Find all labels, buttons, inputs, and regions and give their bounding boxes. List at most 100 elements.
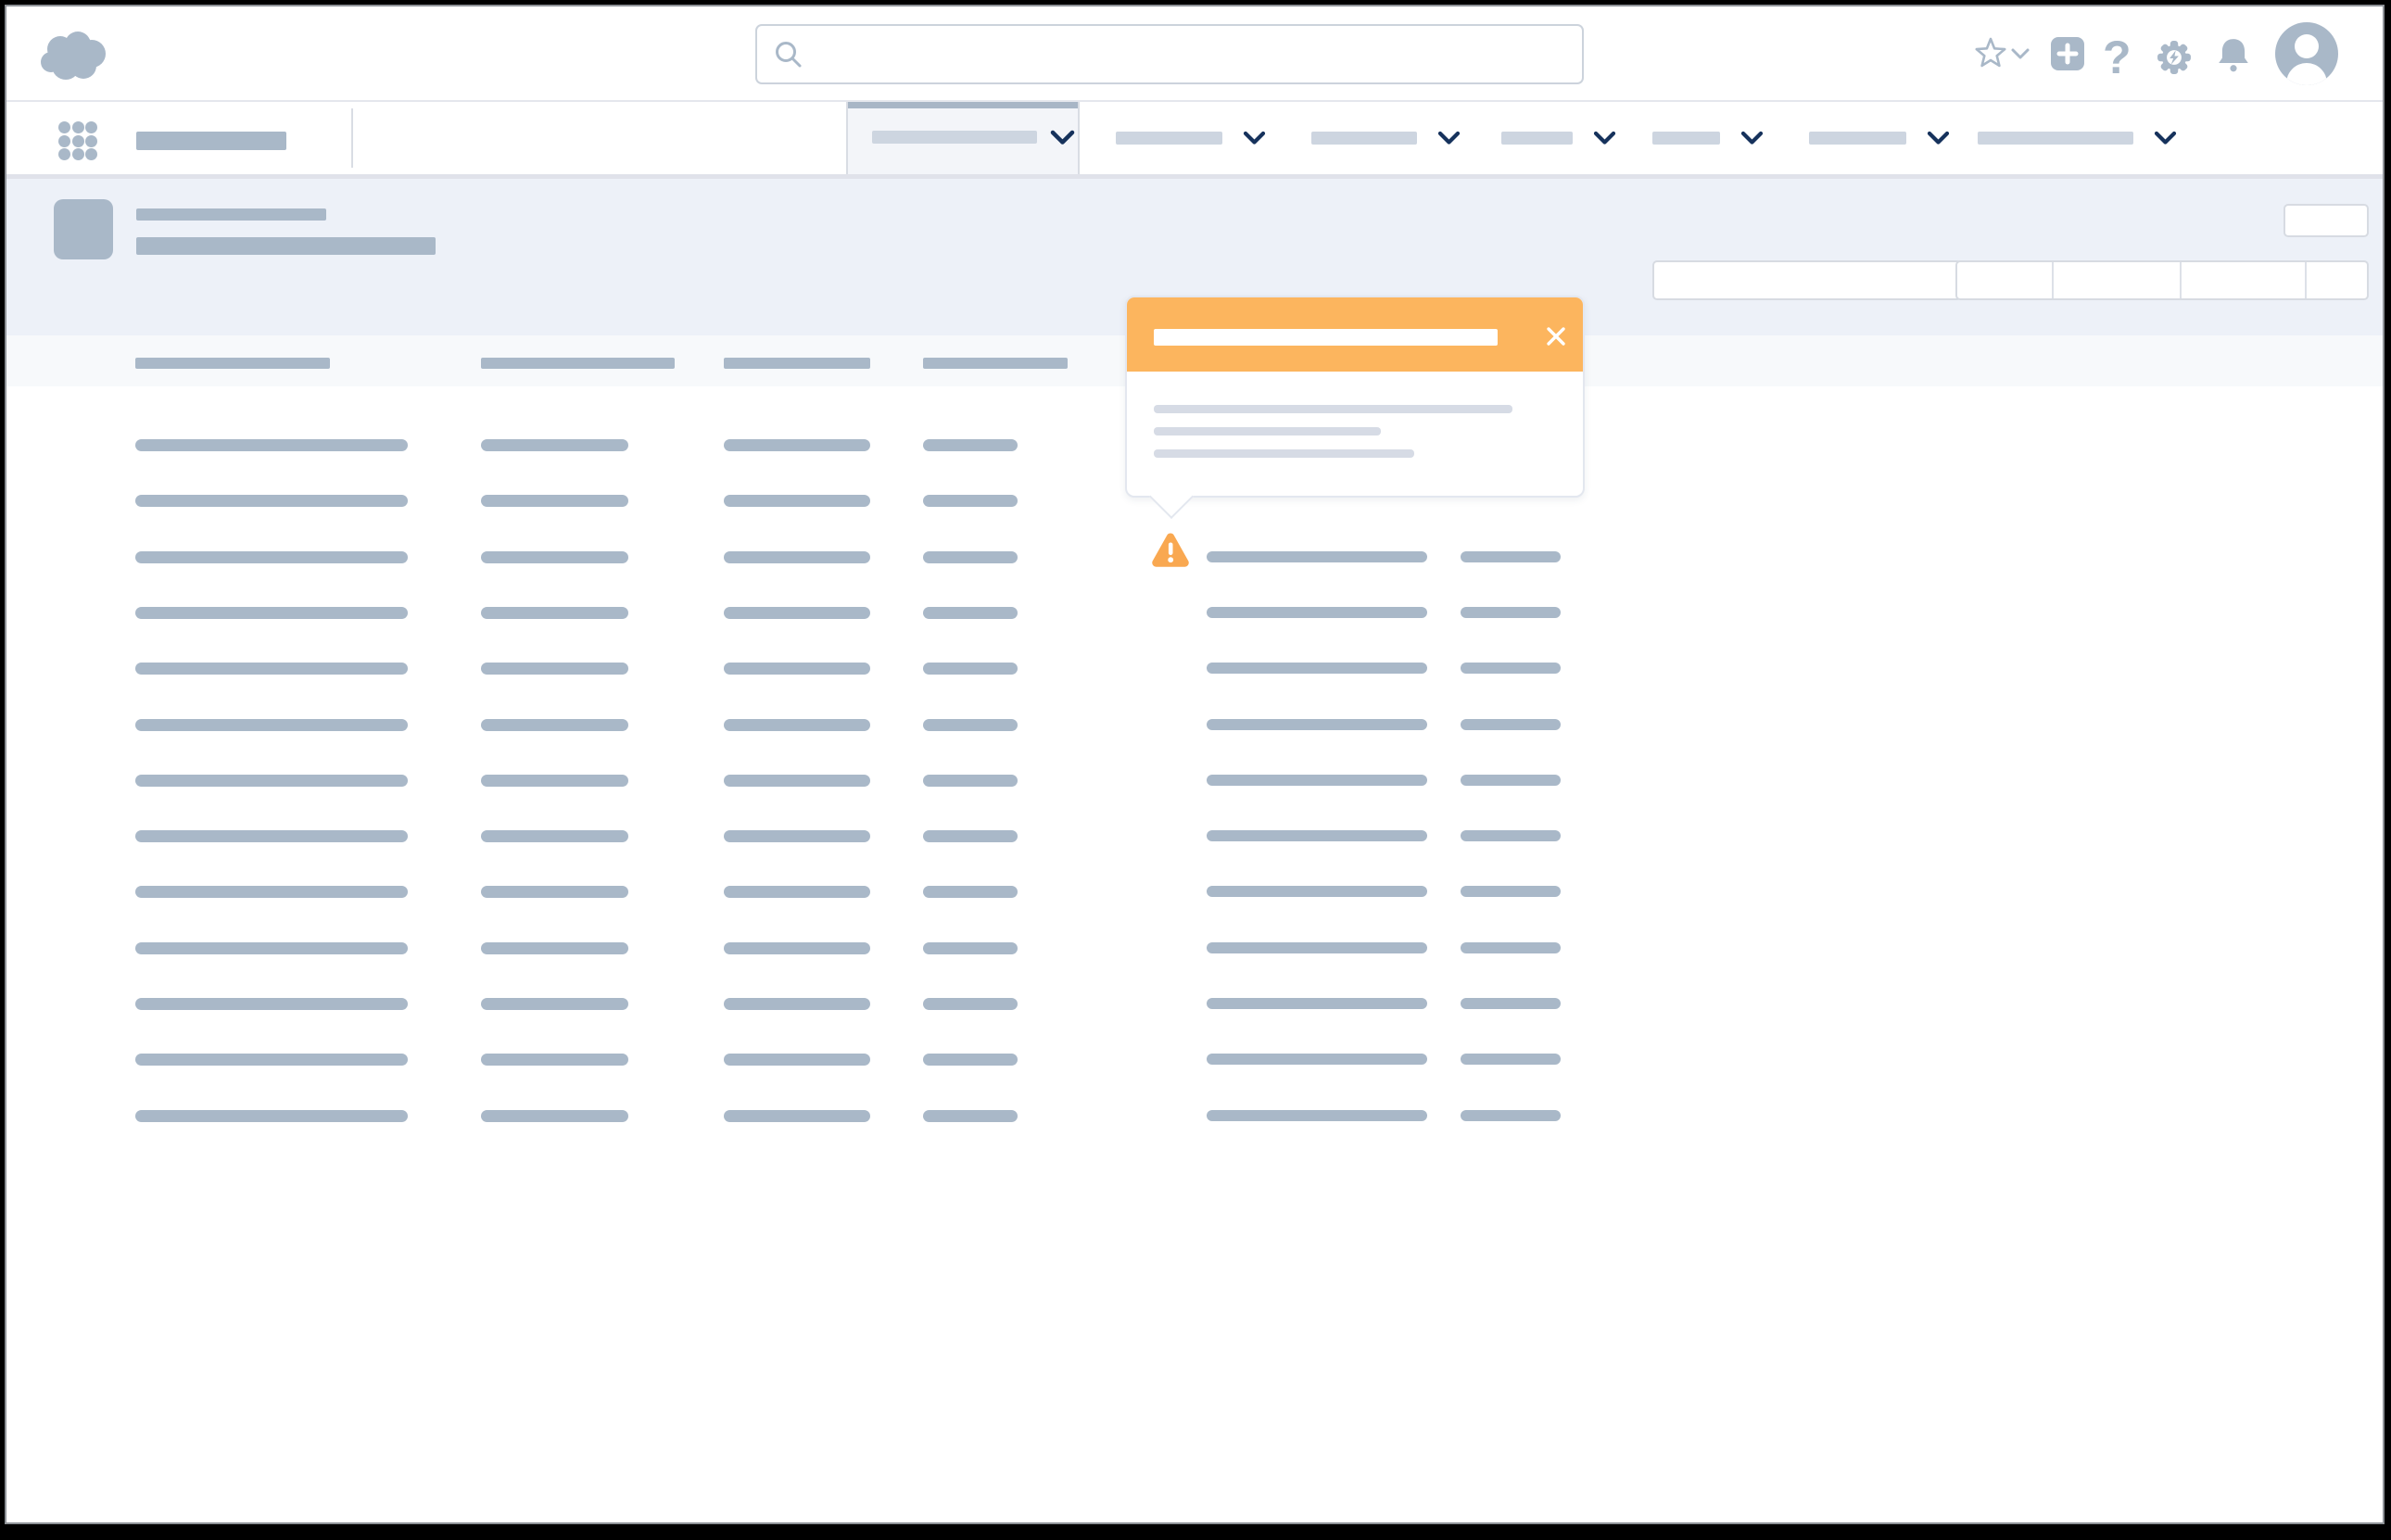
nav-tab-dropdown-1[interactable] <box>1116 102 1266 174</box>
list-cell-bar <box>724 775 870 787</box>
list-cell-bar <box>923 775 1018 787</box>
toolbar-button-4[interactable] <box>2307 262 2367 298</box>
list-cell-bar <box>724 942 870 954</box>
close-icon[interactable] <box>1544 324 1568 348</box>
list-cell-bar <box>923 942 1018 954</box>
list-cell-bar <box>1461 886 1561 897</box>
help-icon[interactable]: ? <box>2103 34 2132 81</box>
nav-tab-active[interactable] <box>846 102 1080 174</box>
waffle-dot <box>85 135 97 147</box>
favorites-star-icon[interactable] <box>1972 35 2009 72</box>
list-cell-bar <box>135 551 408 563</box>
search-input[interactable] <box>805 40 1582 69</box>
app-launcher-icon[interactable] <box>58 121 97 160</box>
nav-tab-label-placeholder <box>1809 132 1906 145</box>
list-cell-bar <box>724 1054 870 1066</box>
waffle-dot <box>85 121 97 133</box>
list-cell-bar <box>923 439 1018 451</box>
list-cell-bar <box>1207 1110 1427 1121</box>
list-cell-bar <box>1207 551 1427 562</box>
page-title-placeholder <box>136 208 326 221</box>
nav-tab-label-placeholder <box>1311 132 1417 145</box>
salesforce-cloud-icon <box>38 29 116 86</box>
notifications-bell-icon[interactable] <box>2216 36 2251 73</box>
list-cell-bar <box>923 998 1018 1010</box>
list-cell-bar <box>481 439 628 451</box>
list-cell-bar <box>1207 830 1427 841</box>
list-cell-bar <box>481 719 628 731</box>
list-cell-bar <box>135 663 408 675</box>
chevron-down-icon[interactable] <box>1050 130 1075 146</box>
list-cell-bar <box>481 942 628 954</box>
list-cell-bar <box>724 886 870 898</box>
list-cell-bar <box>1207 998 1427 1009</box>
global-add-icon[interactable] <box>2051 37 2084 70</box>
list-cell-bar <box>923 830 1018 842</box>
waffle-dot <box>72 121 84 133</box>
list-cell-bar <box>1461 775 1561 786</box>
list-cell-bar <box>724 551 870 563</box>
list-cell-bar <box>724 663 870 675</box>
toolbar-button-2[interactable] <box>2054 262 2182 298</box>
nav-tab-dropdown-2[interactable] <box>1311 102 1461 174</box>
list-body <box>6 386 2383 1522</box>
column-header-bar[interactable] <box>481 358 675 369</box>
nav-tab-label-placeholder <box>1116 132 1222 145</box>
user-avatar[interactable] <box>2275 22 2338 85</box>
nav-tab-label-placeholder <box>1501 132 1573 145</box>
setup-gear-icon[interactable] <box>2157 40 2192 75</box>
list-cell-bar <box>724 495 870 507</box>
list-cell-bar <box>923 1110 1018 1122</box>
column-header-bar[interactable] <box>135 358 330 369</box>
waffle-dot <box>85 148 97 160</box>
warning-triangle-icon[interactable] <box>1150 531 1191 569</box>
warning-popover <box>1125 296 1585 498</box>
column-header-bar[interactable] <box>923 358 1068 369</box>
list-cell-bar <box>481 607 628 619</box>
list-cell-bar <box>724 1110 870 1122</box>
chevron-down-icon[interactable] <box>1437 131 1461 146</box>
list-cell-bar <box>481 663 628 675</box>
list-cell-bar <box>135 886 408 898</box>
list-cell-bar <box>1461 1110 1561 1121</box>
header-action-button[interactable] <box>2283 204 2369 237</box>
list-cell-bar <box>481 830 628 842</box>
column-header-bar[interactable] <box>724 358 870 369</box>
chevron-down-icon[interactable] <box>1593 131 1616 146</box>
list-cell-bar <box>1461 998 1561 1009</box>
list-cell-bar <box>481 495 628 507</box>
list-cell-bar <box>724 998 870 1010</box>
list-cell-bar <box>135 1054 408 1066</box>
list-cell-bar <box>135 607 408 619</box>
popover-text-placeholder <box>1154 449 1414 458</box>
chevron-down-icon[interactable] <box>1243 131 1266 146</box>
global-header: ? <box>6 6 2383 102</box>
list-cell-bar <box>1207 607 1427 618</box>
popover-text-placeholder <box>1154 405 1512 413</box>
waffle-dot <box>72 135 84 147</box>
toolbar-search-input[interactable] <box>1652 260 1962 300</box>
chevron-down-icon[interactable] <box>1927 131 1950 146</box>
nav-tab-dropdown-4[interactable] <box>1652 102 1764 174</box>
nav-tab-dropdown-5[interactable] <box>1809 102 1950 174</box>
app-window: ? <box>5 5 2385 1524</box>
toolbar-button-1[interactable] <box>1957 262 2054 298</box>
list-cell-bar <box>923 719 1018 731</box>
list-cell-bar <box>1207 942 1427 953</box>
nav-tab-dropdown-6[interactable] <box>1978 102 2177 174</box>
list-cell-bar <box>481 1054 628 1066</box>
global-search[interactable] <box>755 24 1584 84</box>
list-cell-bar <box>724 719 870 731</box>
waffle-dot <box>58 148 70 160</box>
list-cell-bar <box>1207 1054 1427 1065</box>
list-cell-bar <box>135 495 408 507</box>
list-cell-bar <box>724 830 870 842</box>
toolbar-button-3[interactable] <box>2182 262 2307 298</box>
favorites-chevron-icon[interactable] <box>2010 47 2030 61</box>
app-name-placeholder <box>136 132 286 150</box>
waffle-dot <box>72 148 84 160</box>
chevron-down-icon[interactable] <box>1740 131 1764 146</box>
nav-tab-dropdown-3[interactable] <box>1501 102 1616 174</box>
list-cell-bar <box>1207 663 1427 674</box>
chevron-down-icon[interactable] <box>2154 131 2177 146</box>
